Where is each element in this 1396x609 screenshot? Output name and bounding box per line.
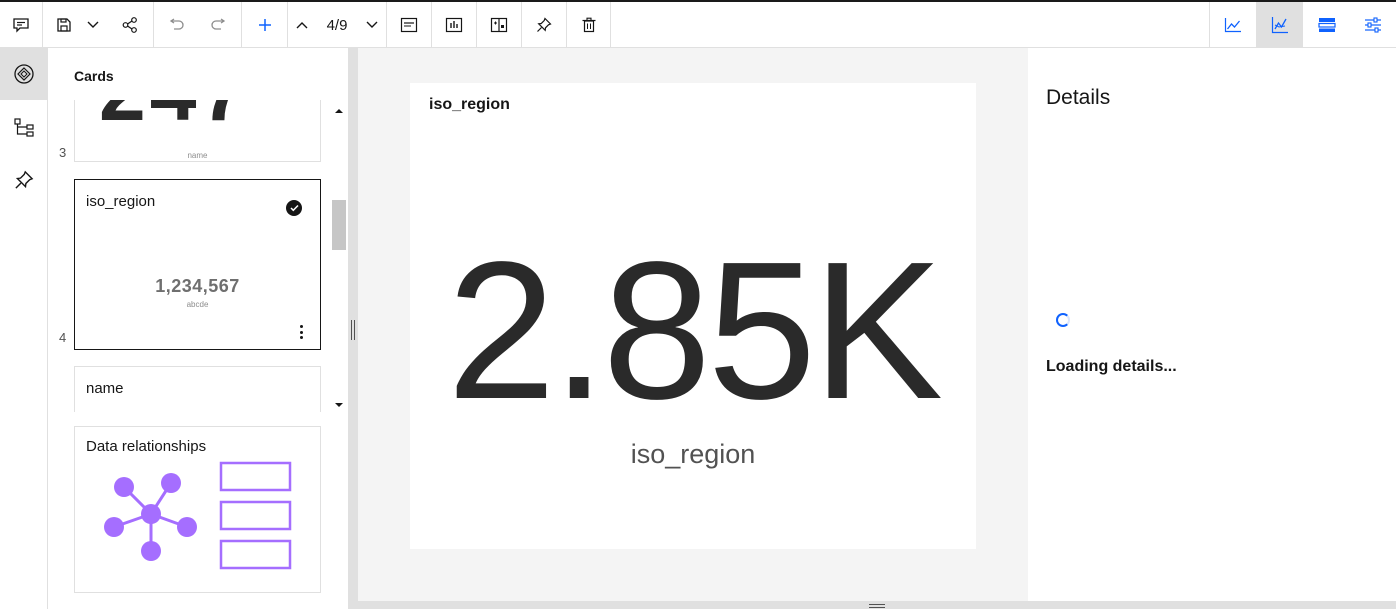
chevron-up-icon <box>296 22 308 29</box>
next-page-button[interactable] <box>360 2 384 48</box>
kpi-value: 2.85K <box>446 221 943 440</box>
kpi-label: iso_region <box>630 439 756 469</box>
rail-data-tree-button[interactable] <box>0 102 47 154</box>
insights-icon <box>1271 17 1288 34</box>
card-number: 3 <box>59 145 67 160</box>
details-panel: Details Loading details... <box>1028 48 1396 601</box>
loading-text: Loading details... <box>1046 358 1177 375</box>
scroll-down-icon[interactable] <box>334 400 344 410</box>
undo-icon <box>169 18 184 30</box>
card-title: iso_region <box>86 193 156 210</box>
chevron-down-icon <box>87 21 99 28</box>
comment-icon <box>13 18 29 33</box>
text-widget-button[interactable] <box>388 2 430 48</box>
settings-icon <box>1365 17 1381 33</box>
card-title: Data relationships <box>86 438 207 455</box>
card-number: 4 <box>59 330 67 345</box>
data-tree-icon <box>13 118 34 137</box>
left-rail <box>0 48 48 609</box>
loading-spinner-icon <box>1056 313 1070 327</box>
add-button[interactable] <box>245 2 285 48</box>
redo-button[interactable] <box>200 2 238 48</box>
insights-panel-button[interactable] <box>1256 2 1303 48</box>
card-5[interactable]: name <box>74 366 321 412</box>
trash-icon <box>582 17 596 33</box>
card-list: 247 name 3 iso_region 1,234,567 abcde 4 … <box>48 100 348 412</box>
save-icon <box>57 18 71 32</box>
chart-widget-icon <box>445 17 463 33</box>
save-button[interactable] <box>52 2 76 48</box>
card-kpi-value: 247 <box>99 100 251 140</box>
rail-visualization-button[interactable] <box>0 48 47 100</box>
add-icon <box>259 19 271 31</box>
replace-button[interactable] <box>478 2 520 48</box>
rail-pin-button[interactable] <box>0 154 47 206</box>
chart-widget-button[interactable] <box>433 2 475 48</box>
details-title: Details <box>1046 86 1111 109</box>
splitter-grip-icon[interactable] <box>351 320 355 340</box>
kpi-widget[interactable]: iso_region 2.85K iso_region <box>410 83 976 549</box>
save-menu-button[interactable] <box>82 2 104 48</box>
toolbar: 4/9 <box>0 2 1396 48</box>
visualization-panel-button[interactable] <box>1210 2 1256 48</box>
overflow-menu-icon[interactable] <box>296 325 306 339</box>
card-4[interactable]: iso_region 1,234,567 abcde <box>74 179 321 350</box>
canvas: iso_region 2.85K iso_region <box>358 48 1028 601</box>
page-indicator: 4/9 <box>326 16 348 34</box>
replace-icon <box>490 17 508 33</box>
redo-icon <box>211 18 226 30</box>
network-diagram-icon <box>104 473 197 561</box>
chevron-down-icon <box>366 21 378 28</box>
card-title: name <box>86 380 124 397</box>
card-list-scrollbar[interactable] <box>331 100 347 412</box>
properties-panel-button[interactable] <box>1350 2 1396 48</box>
visualization-icon <box>13 64 34 84</box>
previous-page-button[interactable] <box>290 2 314 48</box>
cards-panel: Cards 247 name 3 iso_region 1,234,567 ab… <box>48 48 348 609</box>
card-sublabel: name <box>187 151 208 160</box>
share-button[interactable] <box>110 2 150 48</box>
text-widget-icon <box>400 17 418 33</box>
pin-button[interactable] <box>523 2 565 48</box>
data-panel-button[interactable] <box>1303 2 1350 48</box>
card-kpi-value: 1,234,567 <box>155 276 240 296</box>
table-diagram-icon <box>219 461 292 570</box>
undo-button[interactable] <box>157 2 195 48</box>
pin-icon <box>14 170 33 189</box>
panel-title: Cards <box>74 68 114 84</box>
card-3[interactable]: 247 name <box>74 100 321 162</box>
line-chart-icon <box>1224 18 1241 33</box>
data-icon <box>1317 18 1336 32</box>
app-window: 4/9 Cards name 3 iso_region 1,234,567 ab… <box>0 0 1396 609</box>
widget-title: iso_region <box>429 96 510 113</box>
data-relationships-card[interactable]: Data relationships <box>74 426 321 593</box>
scrollbar-thumb[interactable] <box>332 200 346 250</box>
comment-button[interactable] <box>0 2 42 48</box>
share-icon <box>122 17 137 33</box>
pin-icon <box>537 17 552 32</box>
checkmark-icon <box>286 200 302 216</box>
card-sublabel: abcde <box>186 300 209 309</box>
scroll-up-icon[interactable] <box>334 106 344 116</box>
delete-button[interactable] <box>568 2 610 48</box>
bottom-grip-icon[interactable] <box>869 604 885 608</box>
